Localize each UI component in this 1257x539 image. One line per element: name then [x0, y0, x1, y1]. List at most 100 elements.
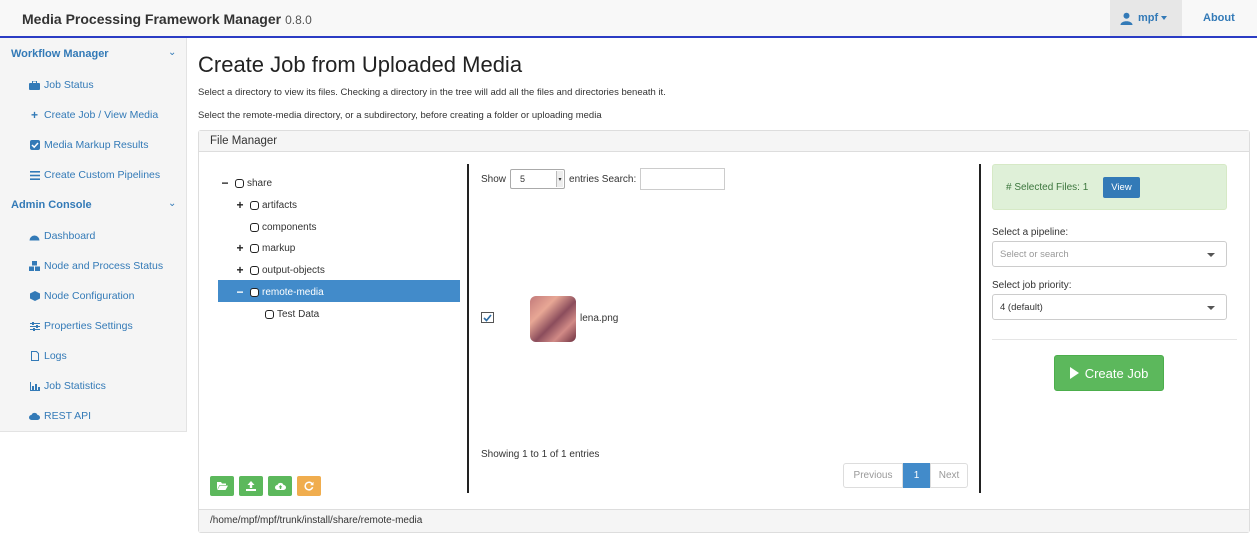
- check-icon: [483, 313, 492, 322]
- about-link[interactable]: About: [1203, 12, 1235, 24]
- user-icon: [1120, 12, 1133, 25]
- entries-per-page-select[interactable]: 5 ▾: [510, 169, 566, 189]
- tree-checkbox[interactable]: [250, 265, 259, 275]
- priority-select[interactable]: 4 (default): [992, 294, 1227, 320]
- sidebar-item-label: Node and Process Status: [44, 260, 164, 272]
- sidebar-item-logs[interactable]: Logs: [29, 350, 67, 362]
- sidebar-item-node-configuration[interactable]: Node Configuration: [29, 290, 134, 302]
- expand-icon[interactable]: +: [235, 198, 245, 212]
- next-page-button[interactable]: Next: [930, 463, 968, 488]
- sidebar-item-rest-api[interactable]: REST API: [29, 410, 91, 422]
- sidebar-item-create-job[interactable]: + Create Job / View Media: [29, 108, 158, 122]
- expand-icon[interactable]: +: [235, 241, 245, 255]
- page-description: Select a directory to view its files. Ch…: [198, 87, 666, 98]
- list-icon: [29, 170, 40, 180]
- tree-node-label[interactable]: output-objects: [262, 265, 325, 276]
- entries-control: Show 5 ▾ entries Search:: [481, 168, 726, 190]
- sidebar-item-label: Dashboard: [44, 230, 96, 242]
- tree-node-label[interactable]: components: [262, 222, 316, 233]
- sidebar-item-job-statistics[interactable]: Job Statistics: [29, 380, 106, 392]
- chevron-down-icon[interactable]: ⌄: [168, 198, 176, 209]
- sidebar-item-custom-pipelines[interactable]: Create Custom Pipelines: [29, 169, 160, 181]
- previous-page-button[interactable]: Previous: [843, 463, 903, 488]
- sidebar-item-dashboard[interactable]: Dashboard: [29, 230, 95, 242]
- current-path: /home/mpf/mpf/trunk/install/share/remote…: [199, 509, 1249, 532]
- tree-node-artifacts[interactable]: + artifacts: [235, 198, 297, 212]
- tree-node-label[interactable]: remote-media: [262, 287, 324, 298]
- tree-checkbox[interactable]: [250, 287, 259, 297]
- user-menu[interactable]: mpf: [1110, 0, 1182, 36]
- show-label: Show: [481, 173, 507, 185]
- sidebar-section-workflow[interactable]: Workflow Manager: [11, 48, 109, 60]
- file-manager-toolbar: [210, 476, 321, 496]
- tree-node-share[interactable]: − share: [220, 176, 272, 190]
- tree-node-components[interactable]: components: [235, 220, 316, 234]
- upload-button[interactable]: [239, 476, 263, 496]
- tree-node-remote-media[interactable]: − remote-media: [235, 285, 324, 299]
- view-selected-button[interactable]: View: [1103, 177, 1140, 198]
- tree-node-label[interactable]: share: [247, 178, 272, 189]
- tree-checkbox[interactable]: [235, 178, 244, 188]
- file-checkbox[interactable]: [481, 312, 494, 323]
- sidebar-section-admin[interactable]: Admin Console: [11, 199, 92, 211]
- collapse-icon[interactable]: −: [235, 285, 245, 299]
- bar-chart-icon: [29, 381, 40, 391]
- file-thumbnail[interactable]: [530, 296, 576, 342]
- divider: [992, 339, 1237, 340]
- remote-upload-button[interactable]: [268, 476, 292, 496]
- pagination: Previous 1 Next: [843, 463, 968, 488]
- tree-node-markup[interactable]: + markup: [235, 241, 295, 255]
- create-job-label: Create Job: [1084, 365, 1149, 381]
- pipeline-label: Select a pipeline:: [992, 227, 1069, 238]
- top-navbar: Media Processing Framework Manager 0.8.0 …: [0, 0, 1257, 38]
- collapse-icon[interactable]: −: [220, 176, 230, 190]
- tree-checkbox[interactable]: [265, 309, 274, 319]
- tree-checkbox[interactable]: [250, 200, 259, 210]
- entries-search-label: entries Search:: [569, 173, 637, 185]
- cubes-icon: [29, 261, 40, 271]
- tree-node-test-data[interactable]: Test Data: [265, 307, 319, 321]
- sidebar-item-label: Job Statistics: [44, 380, 106, 392]
- pipeline-placeholder: Select or search: [1000, 249, 1069, 260]
- sidebar-item-label: Node Configuration: [44, 290, 135, 302]
- panel-heading: File Manager: [199, 131, 1249, 152]
- plus-icon: +: [30, 108, 38, 122]
- file-name[interactable]: lena.png: [580, 313, 618, 324]
- folder-open-icon: [216, 482, 228, 490]
- play-icon: [1069, 367, 1079, 379]
- tree-node-label[interactable]: Test Data: [277, 309, 319, 320]
- cloud-icon: [29, 411, 40, 421]
- sidebar-item-job-status[interactable]: Job Status: [29, 79, 94, 91]
- app-brand[interactable]: Media Processing Framework Manager 0.8.0: [22, 11, 312, 27]
- create-folder-button[interactable]: [210, 476, 234, 496]
- page-button[interactable]: 1: [903, 463, 930, 488]
- page-instruction: Select the remote-media directory, or a …: [198, 110, 602, 121]
- upload-icon: [246, 481, 256, 491]
- tree-node-output-objects[interactable]: + output-objects: [235, 263, 325, 277]
- refresh-button[interactable]: [297, 476, 321, 496]
- tree-checkbox[interactable]: [250, 222, 259, 232]
- create-job-button[interactable]: Create Job: [1054, 355, 1164, 391]
- caret-down-icon: [1161, 16, 1168, 20]
- search-input[interactable]: [640, 168, 726, 190]
- sidebar-item-label: Job Status: [44, 79, 94, 91]
- file-manager-panel: File Manager − share + artifacts compone…: [198, 130, 1250, 533]
- sidebar-item-node-process-status[interactable]: Node and Process Status: [29, 260, 163, 272]
- cloud-upload-icon: [274, 482, 286, 490]
- dashboard-icon: [29, 231, 40, 241]
- chevron-down-icon: [1207, 253, 1215, 257]
- pipeline-select[interactable]: Select or search: [992, 241, 1227, 267]
- expand-icon[interactable]: +: [235, 263, 245, 277]
- app-version: 0.8.0: [285, 13, 312, 27]
- sidebar-item-properties-settings[interactable]: Properties Settings: [29, 320, 133, 332]
- sidebar-item-media-markup[interactable]: Media Markup Results: [29, 139, 148, 151]
- sidebar-item-label: Media Markup Results: [44, 139, 149, 151]
- chevron-down-icon[interactable]: ⌄: [168, 47, 176, 58]
- selected-files-box: # Selected Files: 1 View: [992, 164, 1227, 210]
- tree-checkbox[interactable]: [250, 243, 259, 253]
- user-name: mpf: [1138, 12, 1159, 24]
- sidebar-item-label: Create Custom Pipelines: [44, 169, 161, 181]
- tree-node-label[interactable]: markup: [262, 243, 295, 254]
- tree-node-label[interactable]: artifacts: [262, 200, 297, 211]
